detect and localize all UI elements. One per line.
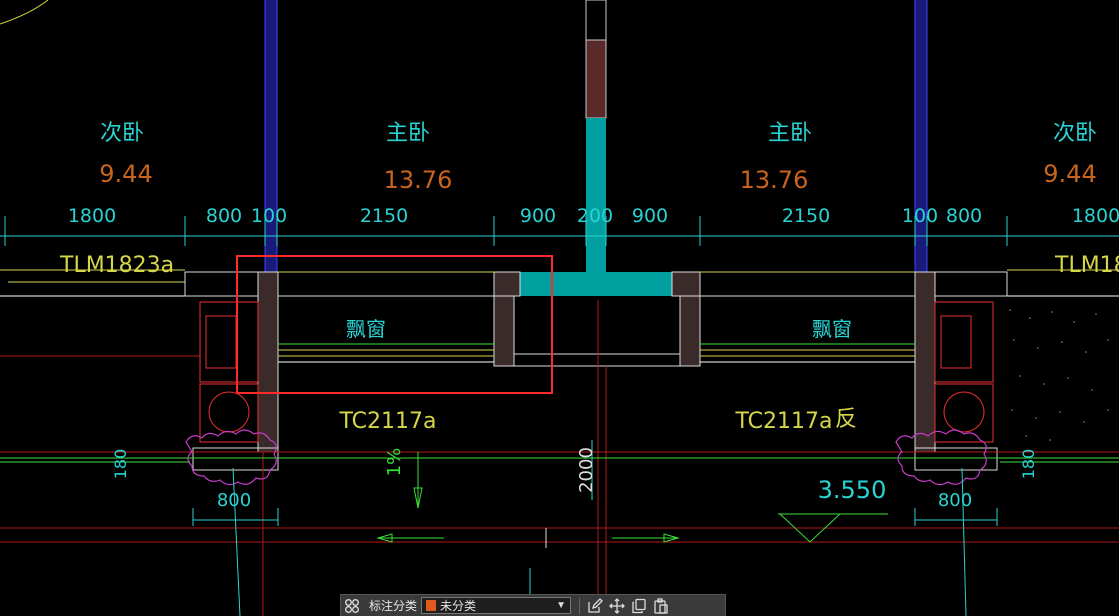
room-area: 13.76 (384, 166, 453, 194)
door-tag: TLM1823a (59, 253, 174, 278)
teal-beam (520, 272, 672, 296)
dim-text: 2150 (360, 205, 408, 227)
elevation-value: 3.550 (818, 476, 887, 504)
copy-icon[interactable] (628, 596, 650, 616)
dim-text: 1800 (68, 205, 116, 227)
room-area: 9.44 (1043, 160, 1096, 188)
cad-drawing-canvas[interactable]: 次卧 9.44 主卧 13.76 主卧 13.76 次卧 9.44 1800 8… (0, 0, 1119, 616)
dimension-ticks (4, 216, 1008, 246)
wall-blue-right (915, 0, 927, 272)
dim-text: 100 (902, 205, 938, 227)
dim-text: 800 (946, 205, 982, 227)
annotation-category-label: 标注分类 (369, 599, 418, 613)
dotted-hatch (1009, 309, 1109, 441)
bay-window-sill-left (278, 343, 494, 363)
selected-category: 未分类 (440, 599, 477, 613)
dim-text: 1800 (1072, 205, 1119, 227)
divider (579, 597, 581, 614)
arc-line (0, 0, 49, 25)
ac-unit-right (934, 301, 994, 443)
annotation-category-select[interactable]: 未分类 ▼ (421, 597, 572, 614)
bottom-dim: 800 (217, 490, 251, 511)
room-name: 次卧 (100, 121, 144, 146)
dim-text: 2150 (782, 205, 830, 227)
paste-icon[interactable] (650, 596, 672, 616)
side-dim: 180 (1019, 449, 1038, 480)
grid-icon[interactable] (341, 596, 363, 616)
dim-text: 900 (632, 205, 668, 227)
chevron-down-icon: ▼ (556, 600, 567, 611)
bay-window-sill-right (700, 343, 915, 363)
slope-label: 1% (384, 448, 405, 477)
room-name: 主卧 (386, 121, 430, 146)
wall-blue-left (265, 0, 277, 272)
dim-text: 800 (206, 205, 242, 227)
vertical-dim: 2000 (576, 447, 597, 493)
window-tag: TC2117a (735, 409, 833, 434)
edit-icon[interactable] (584, 596, 606, 616)
green-lines (0, 457, 1119, 463)
move-icon[interactable] (606, 596, 628, 616)
center-wall-top (585, 0, 607, 41)
door-tag: TLM182 (1054, 253, 1119, 278)
dim-text: 200 (577, 205, 613, 227)
bottom-dim: 800 (938, 490, 972, 511)
room-name: 次卧 (1053, 121, 1097, 146)
bay-window-label: 飘窗 (812, 317, 852, 341)
center-wall-teal (586, 118, 606, 272)
bay-window-label: 飘窗 (346, 317, 386, 341)
revision-cloud (895, 429, 987, 486)
room-area: 9.44 (99, 160, 152, 188)
category-color-swatch (426, 600, 437, 611)
top-dimension-texts: 1800 800 100 2150 900 200 900 2150 100 8… (68, 205, 1119, 227)
room-area: 13.76 (740, 166, 809, 194)
ac-unit-left (199, 301, 259, 443)
side-dim: 180 (111, 449, 130, 480)
window-tag: TC2117a (339, 409, 437, 434)
annotation-toolbar: 标注分类 未分类 ▼ (340, 594, 726, 616)
room-name: 主卧 (768, 121, 812, 146)
reverse-mark: 反 (835, 407, 857, 432)
center-wall-hatch (585, 39, 607, 119)
dim-text: 900 (520, 205, 556, 227)
dim-text: 100 (251, 205, 287, 227)
